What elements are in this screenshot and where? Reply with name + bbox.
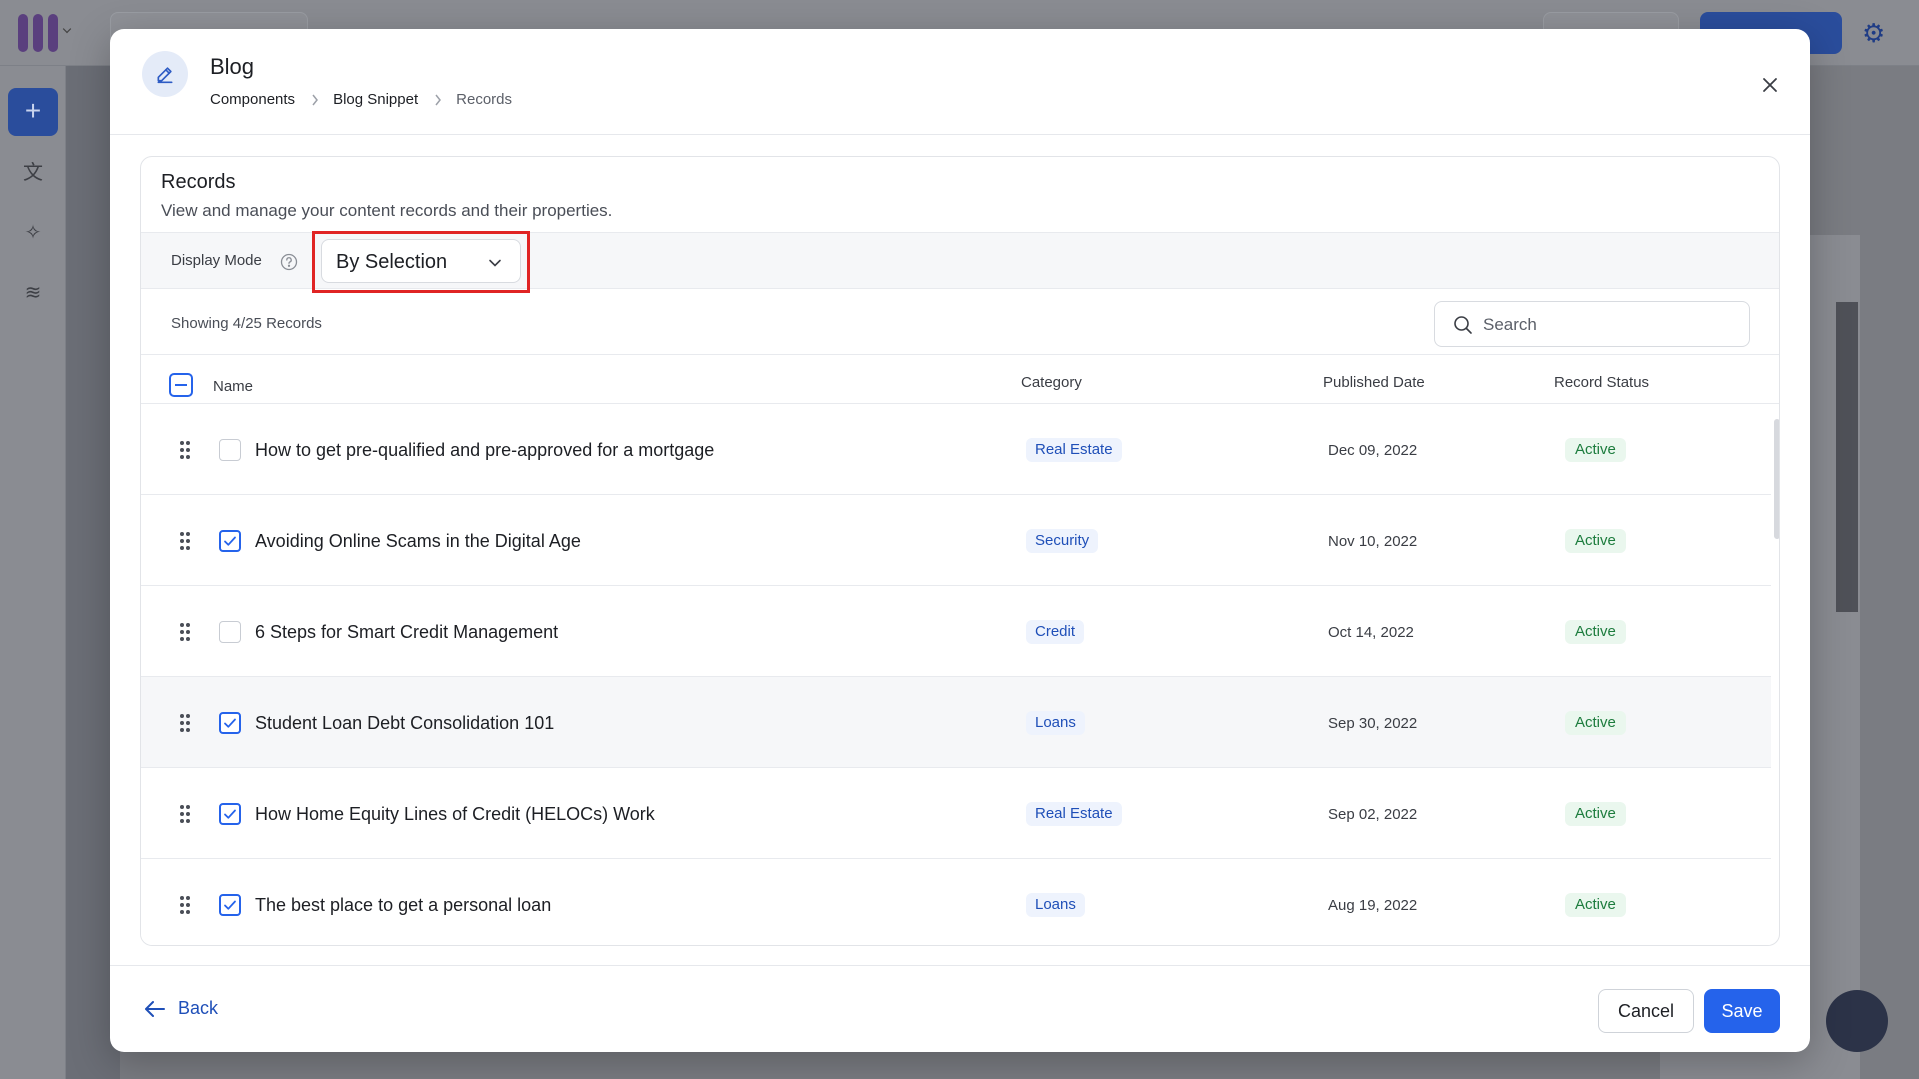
status-badge: Active [1565, 711, 1626, 735]
check-icon [224, 809, 236, 819]
published-date: Sep 02, 2022 [1328, 806, 1418, 823]
sparkle-icon: ✧ [24, 222, 42, 244]
search-field[interactable] [1434, 301, 1750, 347]
back-button[interactable]: Back [144, 998, 218, 1019]
column-header-category[interactable]: Category [1021, 374, 1082, 391]
check-icon [224, 900, 236, 910]
published-date: Sep 30, 2022 [1328, 715, 1418, 732]
column-header-published-date[interactable]: Published Date [1323, 374, 1425, 391]
showing-count: Showing 4/25 Records [171, 315, 322, 332]
close-icon[interactable] [1758, 73, 1782, 97]
category-badge: Security [1026, 529, 1099, 553]
chat-bot-icon [1826, 990, 1888, 1052]
table-row[interactable]: 6 Steps for Smart Credit Management Cred… [141, 586, 1771, 677]
row-checkbox[interactable] [219, 439, 241, 461]
drag-handle-icon[interactable] [179, 804, 191, 824]
category-badge: Real Estate [1026, 802, 1122, 826]
category-badge: Credit [1026, 620, 1085, 644]
pencil-icon [142, 51, 188, 97]
arrow-left-icon [145, 1000, 165, 1017]
modal-footer: Back Cancel Save [110, 965, 1810, 1052]
published-date: Oct 14, 2022 [1328, 624, 1414, 641]
row-checkbox[interactable] [219, 530, 241, 552]
records-modal: Blog Components Blog Snippet Records Rec… [110, 29, 1810, 1052]
record-name: Avoiding Online Scams in the Digital Age [255, 531, 581, 551]
drag-handle-icon[interactable] [179, 713, 191, 733]
category-badge: Real Estate [1026, 438, 1122, 462]
back-label: Back [178, 998, 219, 1018]
chevron-down-icon [62, 24, 72, 34]
scrollbar-thumb[interactable] [1774, 419, 1779, 539]
help-circle-icon[interactable] [280, 253, 298, 271]
drag-handle-icon[interactable] [179, 622, 191, 642]
table-row[interactable]: How Home Equity Lines of Credit (HELOCs)… [141, 768, 1771, 859]
table-row[interactable]: The best place to get a personal loan Lo… [141, 859, 1771, 945]
records-description: View and manage your content records and… [161, 201, 613, 220]
status-badge: Active [1565, 802, 1626, 826]
row-checkbox[interactable] [219, 803, 241, 825]
drag-handle-icon[interactable] [179, 895, 191, 915]
chevron-down-icon [486, 254, 504, 272]
record-name: 6 Steps for Smart Credit Management [255, 622, 559, 642]
search-input[interactable] [1483, 310, 1733, 340]
status-badge: Active [1565, 620, 1626, 644]
modal-title: Blog [210, 54, 255, 79]
table-row[interactable]: Avoiding Online Scams in the Digital Age… [141, 495, 1771, 586]
layers-icon: ≋ [24, 282, 42, 304]
status-badge: Active [1565, 438, 1626, 462]
breadcrumb-item-blog-snippet[interactable]: Blog Snippet [333, 91, 418, 108]
status-badge: Active [1565, 529, 1626, 553]
add-icon: + [8, 88, 58, 136]
table-row[interactable]: Student Loan Debt Consolidation 101 Loan… [141, 677, 1771, 768]
breadcrumb-item-records: Records [456, 91, 512, 108]
chevron-right-icon [311, 94, 319, 106]
table-body: How to get pre-qualified and pre-approve… [141, 404, 1779, 945]
breadcrumb-item-components[interactable]: Components [210, 91, 295, 108]
cancel-button[interactable]: Cancel [1598, 989, 1694, 1033]
display-mode-value: By Selection [336, 251, 448, 273]
row-checkbox[interactable] [219, 894, 241, 916]
record-name: How to get pre-qualified and pre-approve… [255, 440, 715, 460]
search-icon [1454, 316, 1472, 334]
record-name: Student Loan Debt Consolidation 101 [255, 713, 555, 733]
gear-icon: ⚙ [1862, 18, 1886, 48]
records-title: Records [161, 171, 236, 193]
published-date: Nov 10, 2022 [1328, 533, 1418, 550]
background-image [1836, 302, 1858, 612]
chevron-right-icon [434, 94, 442, 106]
records-card: Records View and manage your content rec… [140, 156, 1780, 946]
table-scrollbar[interactable] [1771, 404, 1779, 945]
app-logo [18, 14, 62, 52]
background-sidebar [0, 66, 66, 1079]
published-date: Aug 19, 2022 [1328, 897, 1418, 914]
table-row[interactable]: How to get pre-qualified and pre-approve… [141, 404, 1771, 495]
table-header: Name Category Published Date Record Stat… [141, 354, 1779, 404]
save-button[interactable]: Save [1704, 989, 1780, 1033]
select-all-checkbox[interactable] [169, 373, 193, 397]
category-badge: Loans [1026, 711, 1085, 735]
record-name: The best place to get a personal loan [255, 895, 552, 915]
modal-header: Blog Components Blog Snippet Records [110, 29, 1810, 135]
drag-handle-icon[interactable] [179, 531, 191, 551]
check-icon [224, 718, 236, 728]
display-mode-label: Display Mode [171, 252, 262, 269]
check-icon [224, 536, 236, 546]
display-mode-dropdown[interactable]: By Selection [321, 239, 521, 283]
published-date: Dec 09, 2022 [1328, 442, 1418, 459]
row-checkbox[interactable] [219, 712, 241, 734]
drag-handle-icon[interactable] [179, 440, 191, 460]
breadcrumb: Components Blog Snippet Records [210, 91, 512, 108]
column-header-name[interactable]: Name [213, 378, 253, 395]
column-header-record-status[interactable]: Record Status [1554, 374, 1649, 391]
status-badge: Active [1565, 893, 1626, 917]
translate-icon: 文 [23, 162, 43, 184]
category-badge: Loans [1026, 893, 1085, 917]
row-checkbox[interactable] [219, 621, 241, 643]
record-name: How Home Equity Lines of Credit (HELOCs)… [255, 804, 655, 824]
display-mode-bar: Display Mode By Selection [141, 231, 1779, 293]
